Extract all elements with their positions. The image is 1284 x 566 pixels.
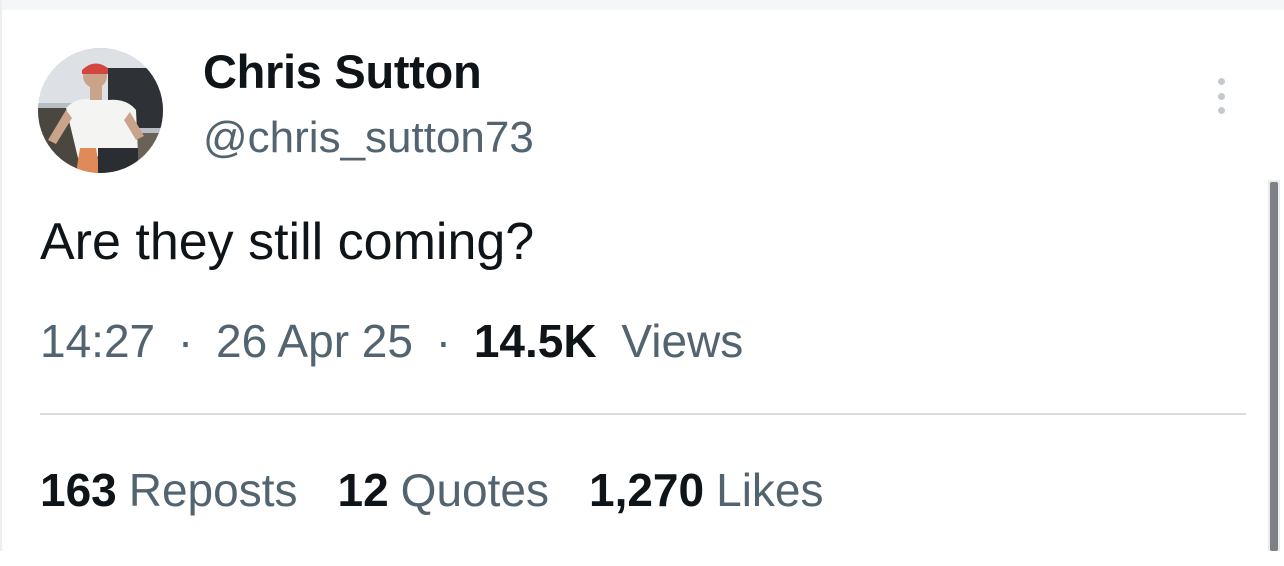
reposts-count: 163 <box>40 464 117 516</box>
more-options-button[interactable] <box>1206 74 1236 118</box>
likes-count: 1,270 <box>588 464 705 516</box>
bottom-edge <box>0 551 1284 566</box>
meta-separator: · <box>177 315 194 367</box>
more-dot-icon <box>1217 107 1225 114</box>
divider <box>40 413 1246 415</box>
tweet-time[interactable]: 14:27 <box>40 315 155 367</box>
reposts-stat[interactable]: 163 Reposts <box>40 463 298 517</box>
left-edge <box>0 0 2 566</box>
author-name[interactable]: Chris Sutton <box>203 44 482 99</box>
reposts-label: Reposts <box>128 464 298 516</box>
likes-stat[interactable]: 1,270 Likes <box>589 463 824 517</box>
scrollbar-thumb[interactable] <box>1270 182 1278 551</box>
tweet-text: Are they still coming? <box>40 213 535 271</box>
views-count: 14.5K <box>473 315 597 367</box>
more-dot-icon <box>1217 92 1225 100</box>
meta-separator: · <box>435 315 452 367</box>
author-handle[interactable]: @chris_sutton73 <box>203 113 534 163</box>
top-edge <box>0 0 1284 10</box>
tweet-meta: 14:27 · 26 Apr 25 · 14.5K Views <box>40 314 743 368</box>
likes-label: Likes <box>716 464 824 516</box>
profile-photo-icon <box>38 48 163 173</box>
quotes-count: 12 <box>337 464 389 516</box>
engagement-stats: 163 Reposts 12 Quotes 1,270 Likes <box>40 463 864 517</box>
more-dot-icon <box>1217 78 1225 85</box>
quotes-label: Quotes <box>400 464 549 516</box>
quotes-stat[interactable]: 12 Quotes <box>338 463 549 517</box>
views-label: Views <box>621 315 744 367</box>
avatar[interactable] <box>38 48 163 173</box>
tweet-detail-page: Chris Sutton @chris_sutton73 Are they st… <box>0 0 1284 566</box>
tweet-date[interactable]: 26 Apr 25 <box>216 315 413 367</box>
